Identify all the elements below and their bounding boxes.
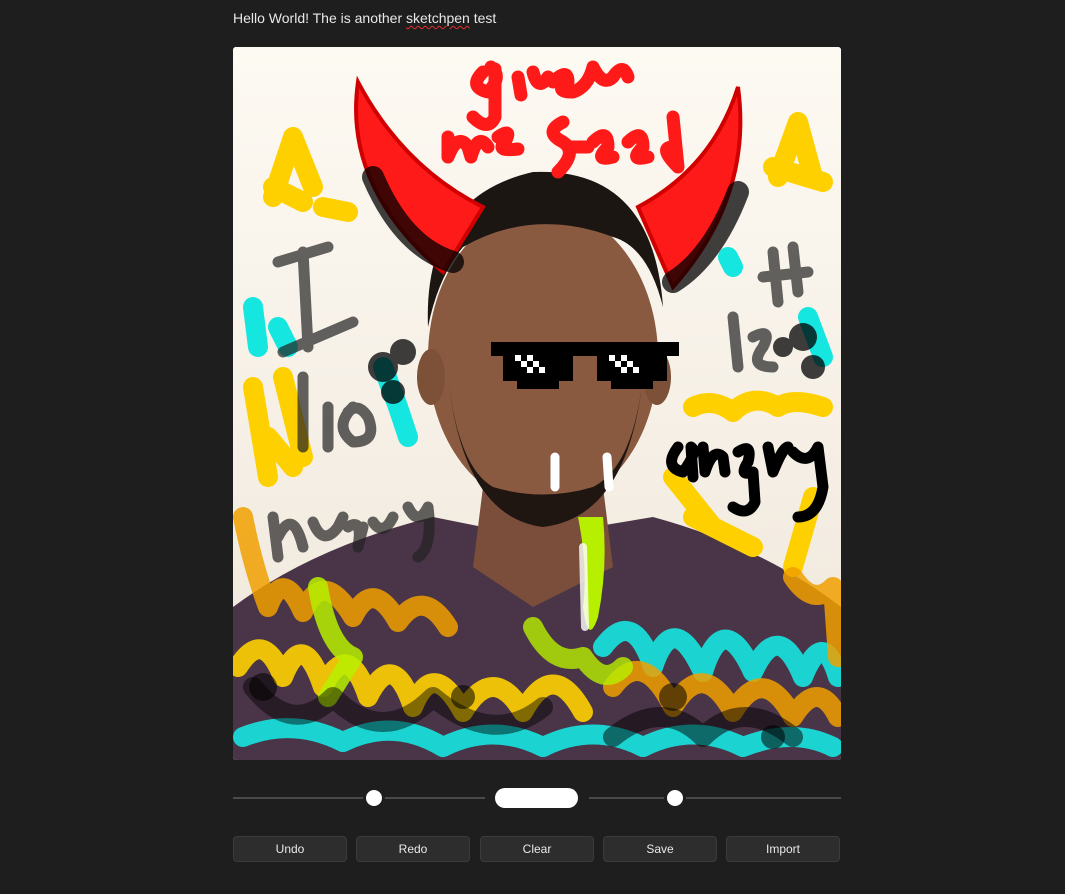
heading-text: Hello World! The is another — [233, 10, 407, 26]
import-button[interactable]: Import — [726, 836, 840, 862]
save-button[interactable]: Save — [603, 836, 717, 862]
slider-thumb[interactable] — [666, 790, 683, 806]
canvas-drawing — [233, 47, 841, 760]
clear-button[interactable]: Clear — [480, 836, 594, 862]
misspelled-word: sketchpen — [406, 10, 470, 26]
opacity-slider[interactable] — [589, 786, 841, 810]
undo-button[interactable]: Undo — [233, 836, 347, 862]
heading-text-end: test — [469, 10, 497, 26]
slider-thumb[interactable] — [366, 790, 383, 806]
pen-color-swatch[interactable] — [495, 788, 578, 808]
drawing-canvas[interactable] — [233, 47, 841, 760]
page-heading: Hello World! The is another sketchpen te… — [233, 9, 496, 27]
toolbar: Undo Redo Clear Save Import — [233, 836, 841, 862]
stroke-size-slider[interactable] — [233, 786, 485, 810]
slider-track — [589, 797, 841, 799]
slider-track — [233, 797, 485, 799]
redo-button[interactable]: Redo — [356, 836, 470, 862]
pen-controls — [233, 786, 841, 810]
